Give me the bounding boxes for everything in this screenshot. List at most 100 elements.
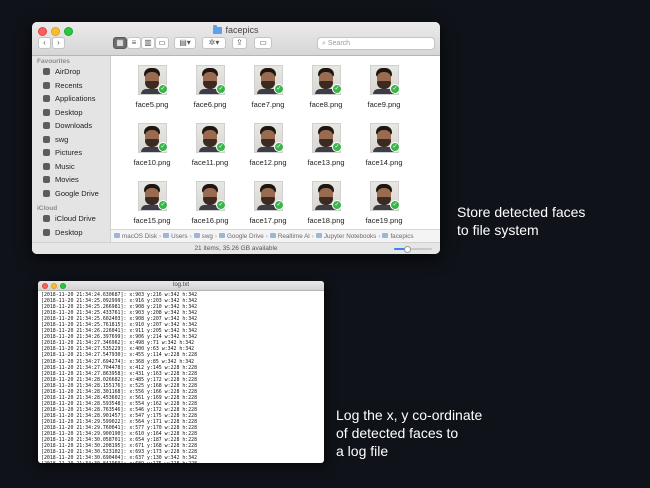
forward-button[interactable]: ›	[52, 37, 65, 49]
search-input[interactable]: ⌕ Search	[317, 37, 435, 50]
file-name: face7.png	[251, 100, 285, 109]
caption-line: Log the x, y co-ordinate	[336, 407, 483, 423]
sidebar-item-music[interactable]: Music	[32, 160, 110, 174]
sidebar-item-label: Downloads	[55, 121, 93, 131]
path-segment[interactable]: Realtime Al	[269, 233, 310, 240]
finder-window: facepics ‹ › ▦ ≡ ▥ ▭ ▤▾ ✲▾ ⇪ ▭ ⌕ Search …	[32, 22, 440, 254]
sidebar-item-label: Desktop	[55, 107, 83, 117]
file-name: face15.png	[133, 216, 171, 225]
file-item[interactable]: ✓ face7.png	[239, 64, 297, 122]
drive-icon	[43, 189, 50, 197]
path-segment-label: macOS Disk	[122, 233, 157, 240]
file-item[interactable]: ✓ face11.png	[181, 122, 239, 180]
thumbnail-beard	[260, 139, 275, 147]
path-segment-label: Realtime Al	[277, 233, 310, 240]
group-button[interactable]: ▤▾	[174, 37, 196, 49]
sidebar-item-label: Music	[55, 161, 75, 171]
sidebar-item-movies[interactable]: Movies	[32, 173, 110, 187]
checkmark-icon: ✓	[332, 84, 342, 94]
tags-button[interactable]: ▭	[254, 37, 272, 49]
sidebar-item-label: Movies	[55, 175, 79, 185]
checkmark-icon: ✓	[332, 200, 342, 210]
airdrop-icon	[43, 68, 50, 76]
file-item[interactable]: ✓ face6.png	[181, 64, 239, 122]
sidebar-item-airdrop[interactable]: AirDrop	[32, 65, 110, 79]
folder-icon	[163, 233, 170, 238]
gear-icon: ✲▾	[208, 38, 220, 47]
log-text[interactable]: [2018-11-20 21:34:24.630687]: x:903 y:21…	[41, 292, 321, 463]
chevron-right-icon: ›	[57, 38, 60, 47]
list-view-button[interactable]: ≡	[127, 37, 141, 49]
action-button[interactable]: ✲▾	[202, 37, 226, 49]
file-item[interactable]: ✓ face10.png	[123, 122, 181, 180]
path-separator-icon: ›	[214, 233, 217, 240]
thumbnail-beard	[202, 139, 217, 147]
thumbnail-beard	[260, 81, 275, 89]
sidebar-item-icloud-drive[interactable]: iCloud Drive	[32, 212, 110, 226]
icon-size-slider[interactable]	[394, 246, 432, 253]
file-item[interactable]: ✓ face5.png	[123, 64, 181, 122]
back-button[interactable]: ‹	[38, 37, 51, 49]
path-segment[interactable]: Jupyter Notebooks	[315, 233, 377, 240]
share-icon: ⇪	[236, 38, 243, 47]
gallery-icon: ▭	[158, 38, 166, 47]
thumbnail-beard	[376, 139, 391, 147]
path-segment[interactable]: Users	[163, 233, 188, 240]
camera-icon	[43, 149, 50, 157]
path-segment-label: Jupyter Notebooks	[323, 233, 377, 240]
path-segment[interactable]: Google Drive	[218, 233, 264, 240]
thumbnail-beard	[318, 197, 333, 205]
file-item[interactable]: ✓ face9.png	[355, 64, 413, 122]
icon-view-button[interactable]: ▦	[113, 37, 127, 49]
status-text: 21 items, 35.26 GB available	[194, 245, 278, 252]
folder-icon	[218, 233, 225, 238]
sidebar-item-google-drive[interactable]: Google Drive	[32, 187, 110, 201]
file-name: face12.png	[249, 158, 287, 167]
sidebar-item-label: iCloud Drive	[55, 214, 96, 224]
thumbnail-beard	[376, 81, 391, 89]
sidebar-item-downloads[interactable]: Downloads	[32, 119, 110, 133]
caption-line: a log file	[336, 443, 389, 459]
sidebar-item-pictures[interactable]: Pictures	[32, 146, 110, 160]
share-button[interactable]: ⇪	[232, 37, 247, 49]
sidebar-item-desktop[interactable]: Desktop	[32, 226, 110, 240]
thumbnail-beard	[144, 81, 159, 89]
thumbnail-beard	[202, 81, 217, 89]
file-area: ✓ face5.png ✓ face6.png ✓ face7.png ✓ face8.png…	[111, 56, 440, 229]
thumbnail-beard	[144, 139, 159, 147]
file-item[interactable]: ✓ face14.png	[355, 122, 413, 180]
file-item[interactable]: ✓ face12.png	[239, 122, 297, 180]
group-icon: ▤▾	[179, 38, 191, 47]
file-name: face9.png	[367, 100, 401, 109]
columns-icon: ▥	[144, 38, 152, 47]
path-separator-icon: ›	[189, 233, 192, 240]
path-segment[interactable]: macOS Disk	[114, 233, 157, 240]
thumbnail-beard	[318, 139, 333, 147]
file-item[interactable]: ✓ face8.png	[297, 64, 355, 122]
caption-line: Store detected faces	[457, 204, 586, 220]
log-window: log.txt [2018-11-20 21:34:24.630687]: x:…	[38, 281, 324, 463]
path-segment[interactable]: facepics	[382, 233, 414, 240]
gallery-view-button[interactable]: ▭	[155, 37, 169, 49]
sidebar-item-label: AirDrop	[55, 67, 81, 77]
thumbnail-beard	[260, 197, 275, 205]
sidebar-item-label: swg	[55, 134, 69, 144]
folder-icon	[382, 233, 389, 238]
file-name: face18.png	[307, 216, 345, 225]
sidebar-item-swg[interactable]: swg	[32, 133, 110, 147]
file-name: face6.png	[193, 100, 227, 109]
sidebar-item-recents[interactable]: Recents	[32, 79, 110, 93]
file-name: face13.png	[307, 158, 345, 167]
path-segment[interactable]: swg	[193, 233, 213, 240]
file-item[interactable]: ✓ face13.png	[297, 122, 355, 180]
cloud-icon	[43, 215, 50, 223]
desktop-icon	[43, 228, 50, 236]
column-view-button[interactable]: ▥	[141, 37, 155, 49]
disk-icon	[114, 233, 120, 238]
sidebar-item-desktop[interactable]: Desktop	[32, 106, 110, 120]
sidebar-heading-icloud: iCloud	[37, 205, 58, 212]
sidebar-item-applications[interactable]: Applications	[32, 92, 110, 106]
clock-icon	[43, 81, 50, 89]
sidebar-item-label: Pictures	[55, 148, 83, 158]
thumbnail-beard	[144, 197, 159, 205]
